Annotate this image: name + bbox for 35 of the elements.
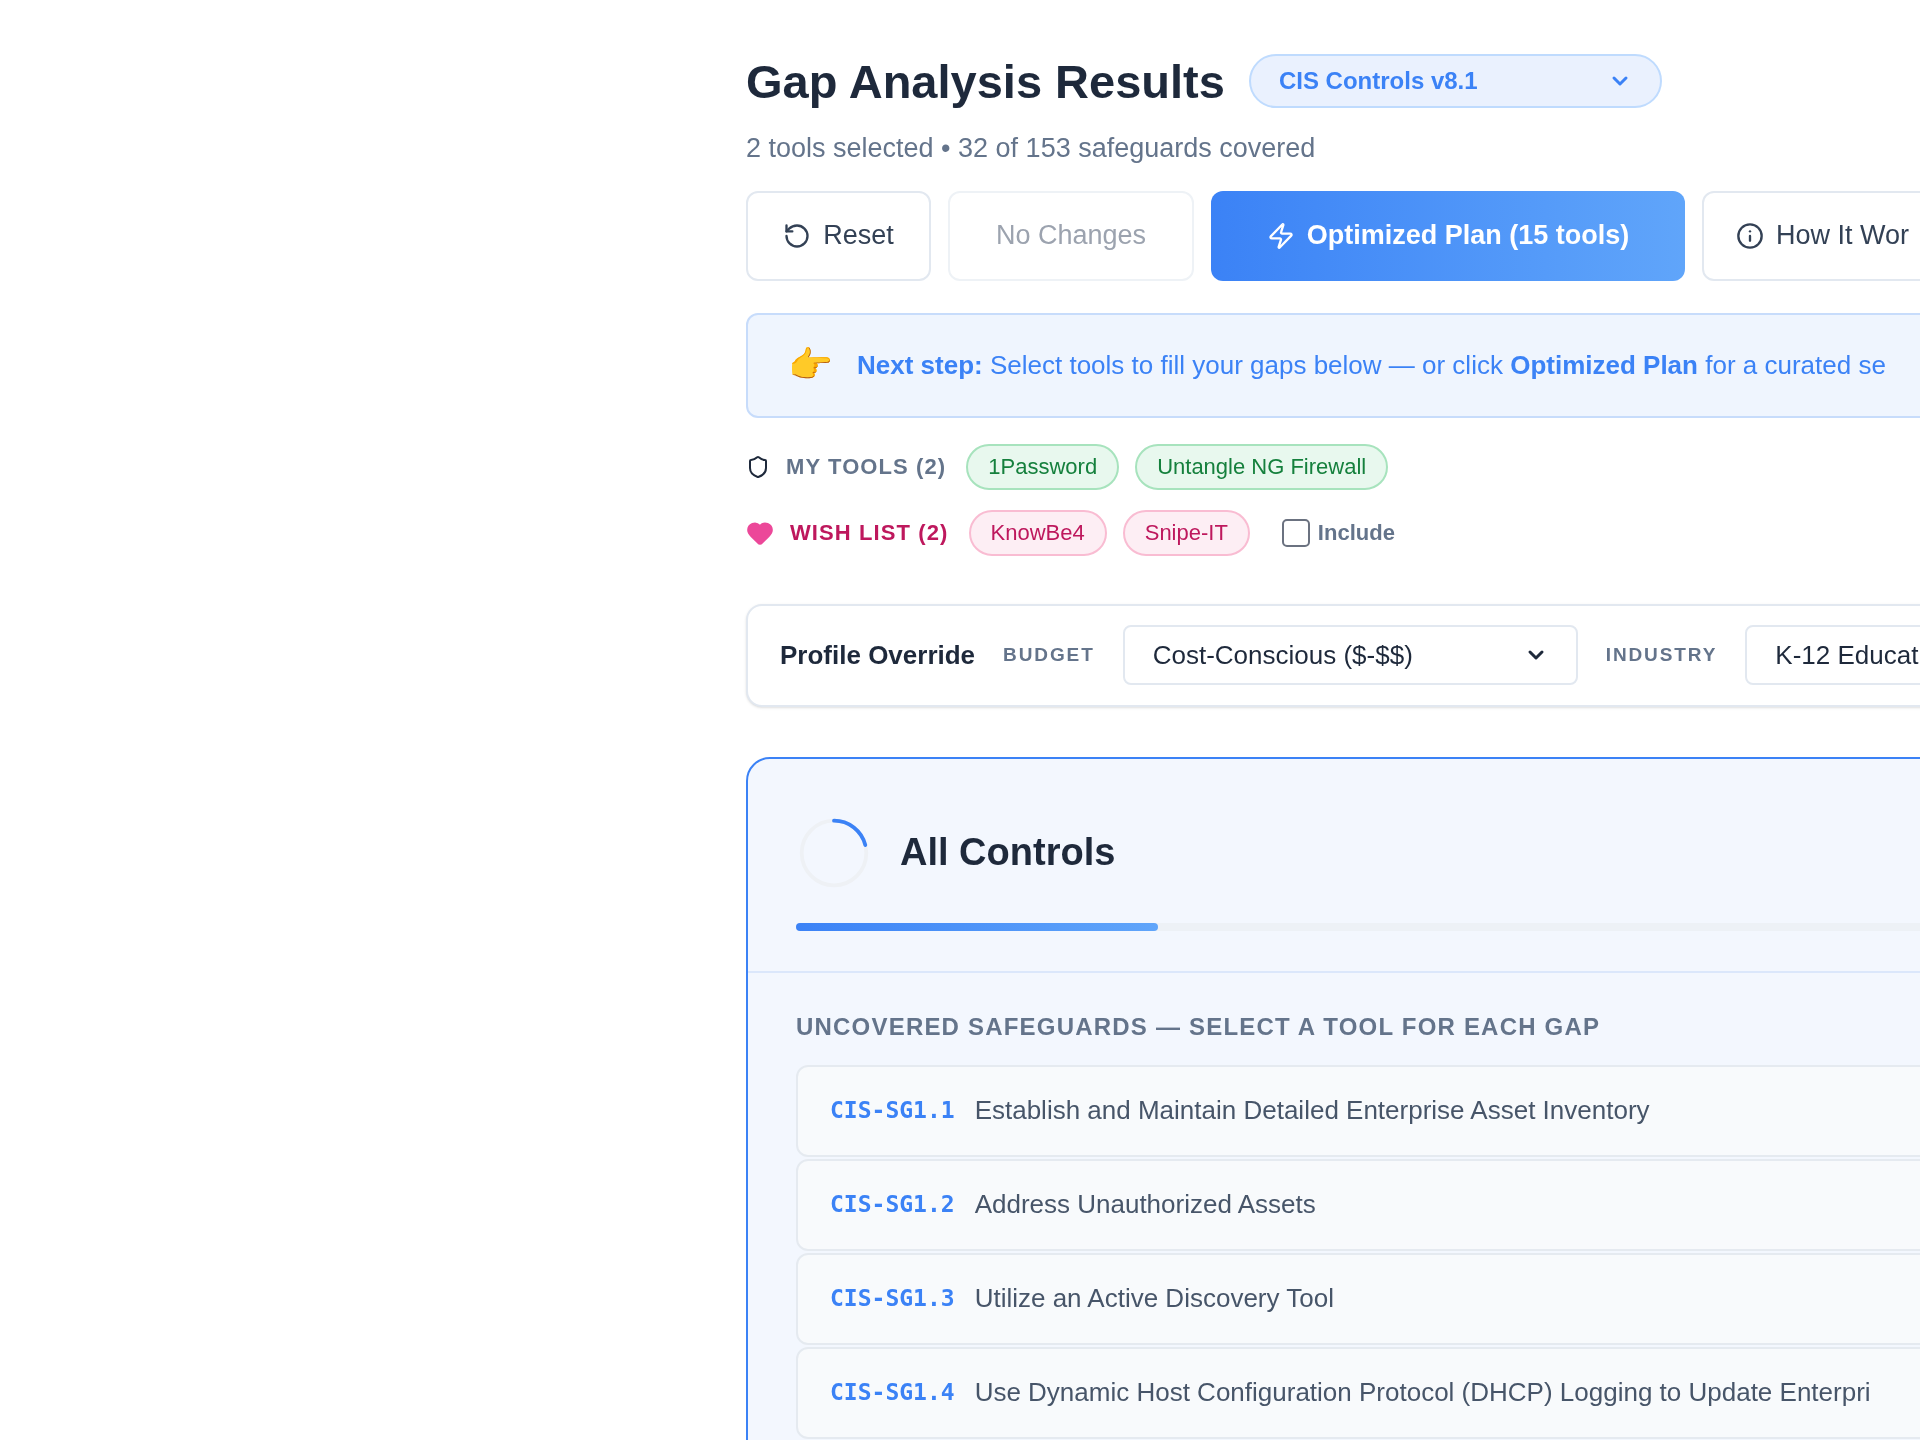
safeguard-row[interactable]: CIS-SG1.4 Use Dynamic Host Configuration Protocol (DHCP) Logging to Update Enterpri: [796, 1346, 1920, 1439]
tool-chip[interactable]: 1Password: [966, 443, 1120, 490]
safeguard-id: CIS-SG1.1: [830, 1096, 955, 1126]
safeguard-name: Address Unauthorized Assets: [974, 1188, 1316, 1221]
safeguard-name: Utilize an Active Discovery Tool: [974, 1282, 1334, 1315]
include-checkbox[interactable]: Include: [1281, 516, 1395, 549]
pointing-hand-icon: 👉: [788, 347, 833, 383]
safeguard-name: Use Dynamic Host Configuration Protocol (DHCP) Logging to Update Enterpri: [974, 1376, 1871, 1409]
selection-summary: 2 tools selected • 32 of 153 safeguards covered: [746, 132, 1317, 165]
info-button[interactable]: How It Wor: [1702, 190, 1920, 281]
safeguard-row[interactable]: CIS-SG1.2 Address Unauthorized Assets: [796, 1158, 1920, 1251]
profile-override-title: Profile Override: [780, 638, 976, 672]
lightning-icon: [1266, 221, 1295, 250]
safeguard-name: Establish and Maintain Detailed Enterprise Asset Inventory: [974, 1094, 1650, 1127]
tool-chip[interactable]: KnowBe4: [968, 509, 1107, 556]
budget-label: BUDGET: [1003, 642, 1095, 667]
safeguard-id: CIS-SG1.2: [830, 1190, 955, 1220]
controls-title: All Controls: [900, 830, 1116, 875]
safeguard-id: CIS-SG1.3: [830, 1284, 955, 1314]
shield-icon: [746, 454, 770, 479]
industry-label: INDUSTRY: [1605, 642, 1718, 667]
safeguard-row[interactable]: CIS-SG1.1 Establish and Maintain Detailed Enterprise Asset Inventory: [796, 1064, 1920, 1157]
reset-icon: [783, 221, 812, 250]
industry-select[interactable]: K-12 Educat: [1745, 625, 1920, 685]
safeguard-row[interactable]: CIS-SG1.3 Utilize an Active Discovery Tool: [796, 1252, 1920, 1345]
my-tools-label: MY TOOLS (2): [786, 453, 947, 481]
reset-button[interactable]: Reset: [746, 190, 931, 281]
next-step-text: Next step: Select tools to fill your gaps below — or click Optimized Plan for a curated se: [857, 348, 1886, 382]
wish-list-label: WISH LIST (2): [790, 519, 949, 547]
section-heading: UNCOVERED SAFEGUARDS — SELECT A TOOL FOR EACH GAP: [796, 1011, 1602, 1042]
tool-chip[interactable]: Snipe-IT: [1122, 509, 1250, 556]
info-icon: [1736, 221, 1764, 250]
budget-select[interactable]: Cost-Conscious ($-$$): [1122, 625, 1578, 685]
tool-chip[interactable]: Untangle NG Firewall: [1135, 443, 1389, 490]
safeguard-id: CIS-SG1.4: [830, 1378, 955, 1408]
